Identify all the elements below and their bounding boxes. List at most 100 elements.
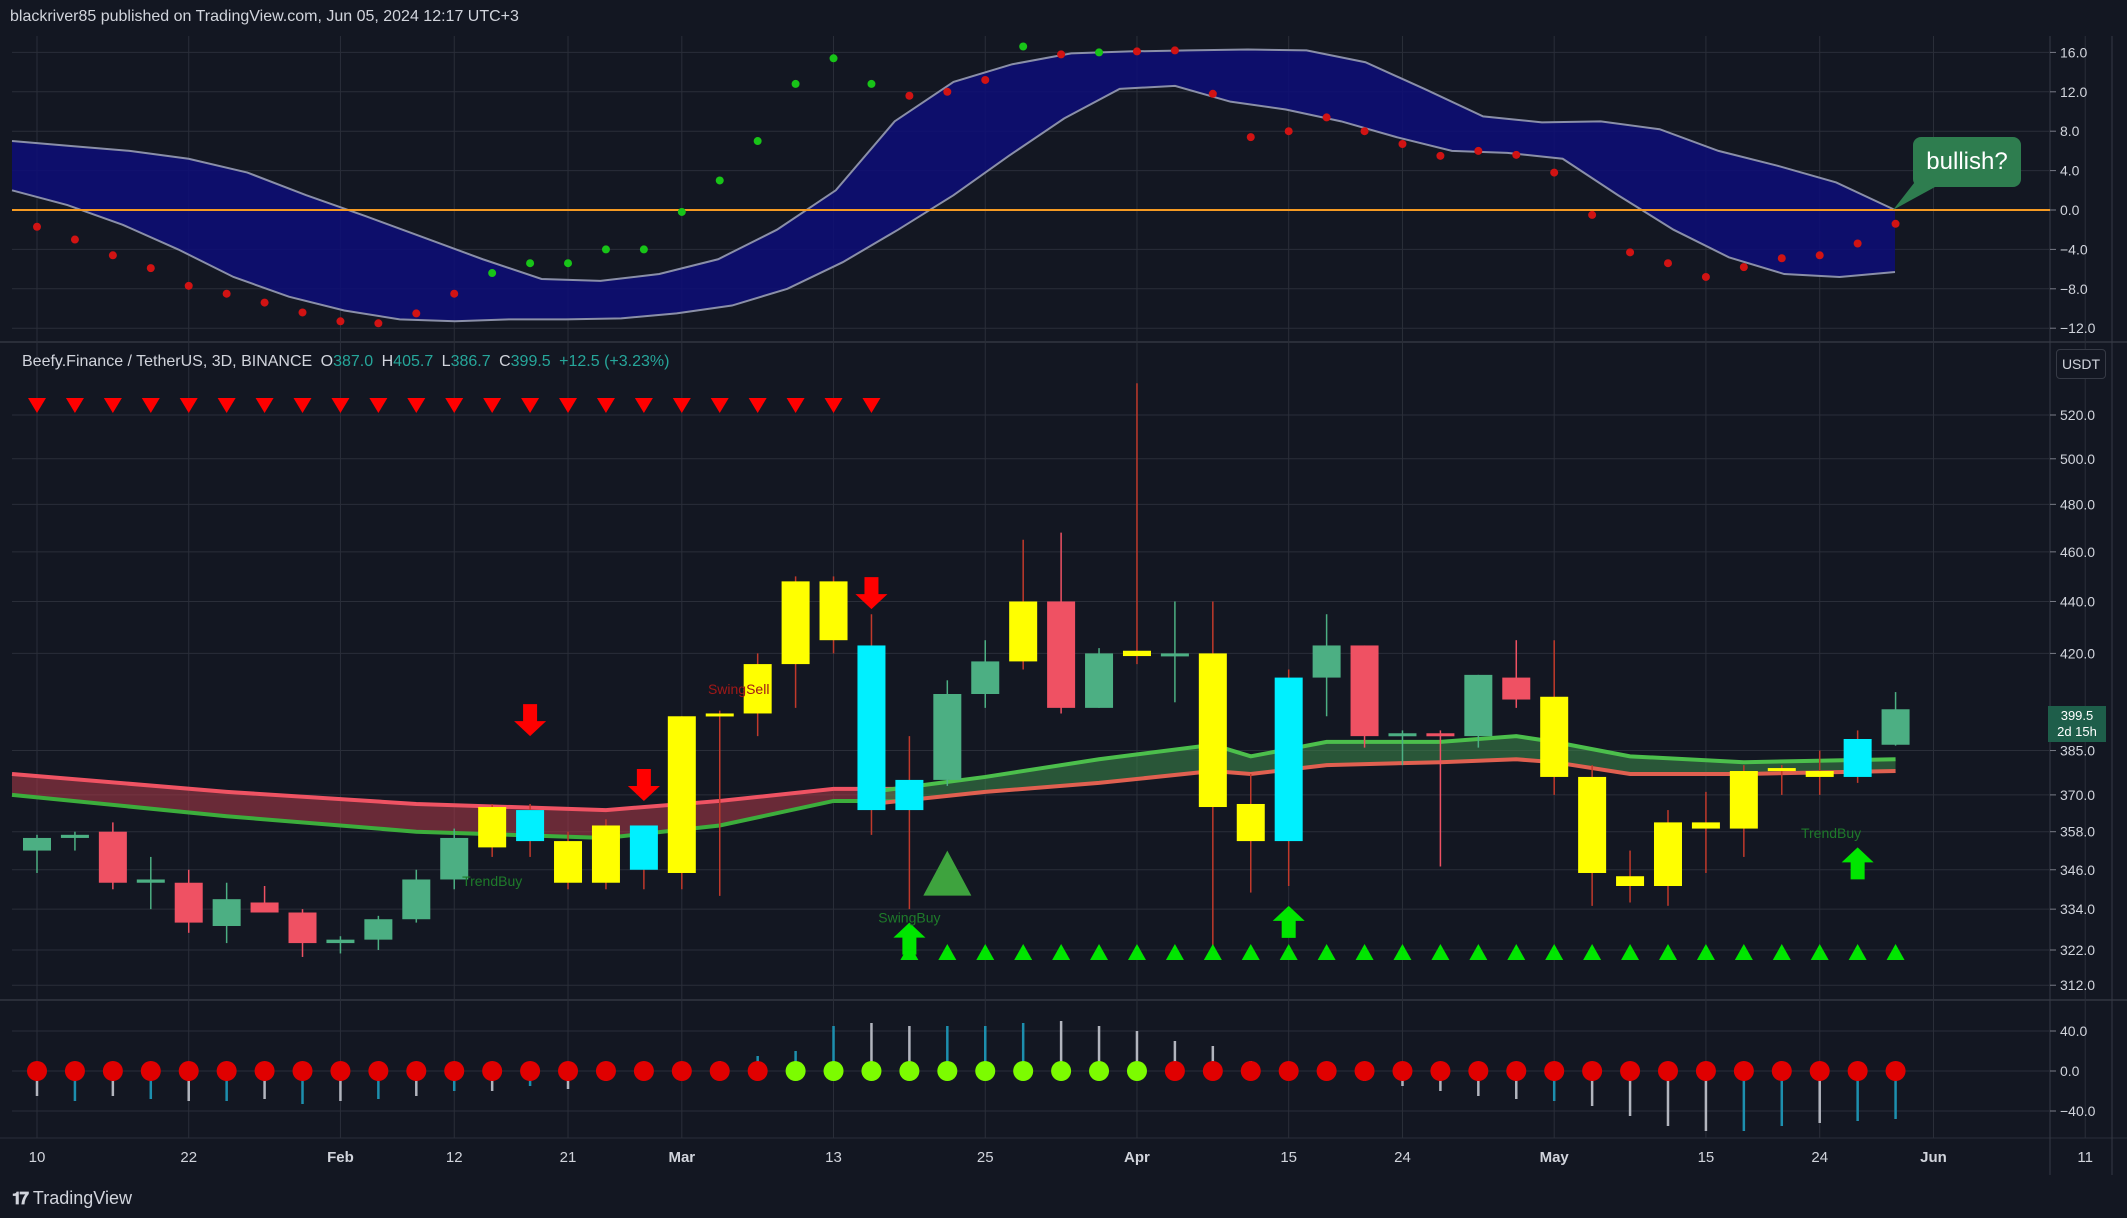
osc-dot [1360,127,1369,136]
osc-dot [222,289,231,298]
candle-body [212,899,241,926]
momentum-dot [785,1061,806,1081]
sell-signal-triangle [521,398,540,413]
x-tick-label: Feb [327,1149,354,1166]
momentum-dot [406,1061,427,1081]
buy-signal-triangle [1848,944,1867,960]
price-tick-label: 346.0 [2060,862,2095,878]
osc-dot [564,259,573,268]
candle-body [364,919,393,940]
osc-dot [601,245,610,254]
osc-dot [1626,248,1635,257]
x-tick-label: 22 [180,1149,197,1166]
osc-dot [1853,239,1862,248]
buy-signal-triangle [1658,944,1677,960]
osc-dot [905,91,914,100]
x-tick-label: 15 [1280,1149,1297,1166]
momentum-dot [558,1061,579,1081]
momentum-dot [1164,1061,1185,1081]
signal-label: TrendBuy [462,873,522,889]
osc-tick-label: 16.0 [2060,44,2087,60]
candle-body [1388,733,1417,737]
x-tick-label: 24 [1811,1149,1828,1166]
osc-dot [412,309,421,318]
candle-body [1502,677,1531,700]
x-tick-label: 15 [1698,1149,1715,1166]
candle-body [98,831,127,883]
momentum-dot [140,1061,161,1081]
osc-dot [1095,48,1104,57]
sell-signal-triangle [217,398,236,413]
sell-signal-triangle [824,398,843,413]
momentum-dot [1847,1061,1868,1081]
x-tick-label: Jun [1920,1149,1947,1166]
sell-signal-triangle [141,398,160,413]
sell-signal-triangle [179,398,198,413]
candle-body [1881,709,1910,745]
price-tick-label: 480.0 [2060,496,2095,512]
candle-body [1578,776,1607,873]
candle-body [1350,645,1379,737]
candle-body [705,713,734,717]
up-arrow-icon [1841,847,1874,880]
osc-dot [1284,127,1293,136]
momentum-dot [1809,1061,1830,1081]
candle-body [591,825,620,883]
footer-brand[interactable]: 𝟏𝟕 TradingView [12,1188,132,1209]
price-tick-label: 440.0 [2060,593,2095,609]
osc-dot [1322,113,1331,122]
price-tick-label: 322.0 [2060,942,2095,958]
price-tick-label: 385.0 [2060,743,2095,759]
candle-body [1047,601,1076,708]
momentum-dot [1582,1061,1603,1081]
buy-signal-triangle [976,944,995,960]
momentum-dot [216,1061,237,1081]
candle-body [1160,653,1189,657]
candle-body [1653,822,1682,887]
candle-body [895,779,924,811]
candle-body [136,879,165,883]
momentum-dot [1885,1061,1906,1081]
low-label: L [441,353,451,370]
candle-body [857,645,886,811]
momentum-dot [444,1061,465,1081]
osc-tick-label: −12.0 [2060,320,2096,336]
up-arrow-icon [1272,905,1305,938]
momentum-dot [823,1061,844,1081]
candle-body [1464,674,1493,737]
open-label: O [320,353,334,370]
currency-button[interactable]: USDT [2056,349,2106,379]
osc-dot [298,308,307,317]
x-tick-label: 11 [2077,1149,2093,1166]
osc-dot [33,222,41,231]
x-tick-label: 12 [446,1149,463,1166]
osc-dot [336,317,345,326]
signal-label: SwingSell [708,681,769,697]
momentum-dot [1544,1061,1565,1081]
osc-tick-label: 12.0 [2060,84,2087,100]
candle-body [819,581,848,641]
candle-body [629,825,658,870]
chart-svg[interactable]: TrendBuy SwingSell SwingBuy TrendBuy 16.0 12… [0,0,2127,1218]
momentum-dot [1733,1061,1754,1081]
buy-signal-triangle [1583,944,1602,960]
osc-dot [1246,133,1255,142]
buy-signal-triangle [1052,944,1071,960]
osc-dot [867,79,876,88]
sell-signal-triangle [483,398,502,413]
sell-signal-triangle [255,398,274,413]
momentum-dot [709,1061,730,1081]
sell-signal-triangle [634,398,653,413]
osc-dot [1739,263,1748,272]
open-value: 387.0 [333,353,374,370]
x-tick-label: 25 [977,1149,994,1166]
candle-body [174,882,203,923]
candle-body [1122,650,1151,657]
momentum-panel [27,1021,1906,1131]
buy-signal-triangle [1621,944,1640,960]
momentum-dot [595,1061,616,1081]
momentum-dot [368,1061,389,1081]
price-tick-label: 312.0 [2060,977,2095,993]
signal-label: SwingBuy [878,910,940,926]
big-buy-triangle [923,850,972,896]
